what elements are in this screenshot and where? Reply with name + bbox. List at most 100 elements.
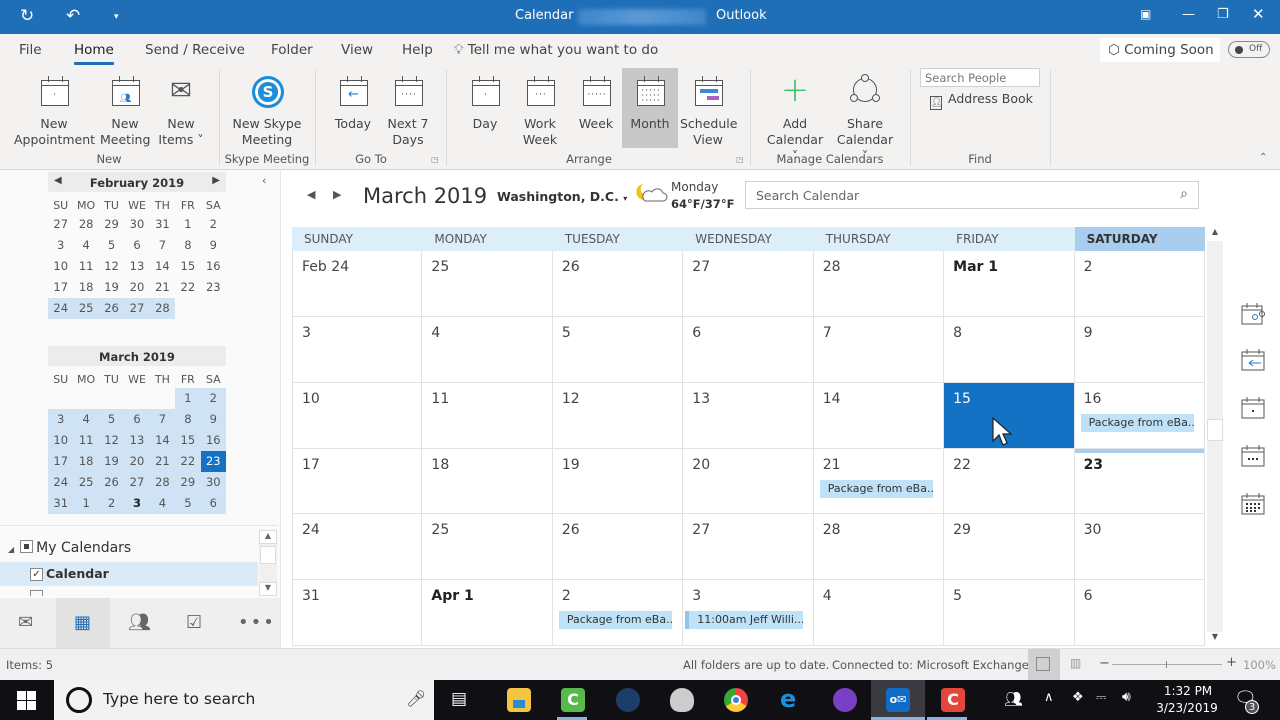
day-cell[interactable]: 16 Package from eBa... (1074, 382, 1205, 449)
mini-calendar-day[interactable]: 17 (48, 451, 74, 472)
mini-calendar-day[interactable]: 13 (124, 256, 149, 277)
calendar-event[interactable]: Package from eBa... (815, 479, 934, 498)
mini-calendar-day[interactable]: 29 (99, 214, 124, 235)
day-cell[interactable]: 20 (683, 448, 814, 515)
mini-calendar-day[interactable]: 2 (98, 493, 125, 514)
location-dropdown[interactable]: Washington, D.C. ▾ (497, 189, 627, 204)
mini-calendar-day[interactable]: 17 (48, 277, 73, 298)
zoom-out-icon[interactable]: − (1099, 656, 1110, 671)
mini-calendar-day[interactable]: 18 (73, 451, 99, 472)
mini-calendar-day[interactable]: 9 (201, 235, 226, 256)
people-icon[interactable]: 👥︎ (1004, 690, 1023, 708)
battery-icon[interactable]: ⎓ (1096, 690, 1106, 705)
camtasia-recorder-icon[interactable]: C (941, 688, 965, 712)
file-explorer-icon[interactable] (507, 688, 531, 712)
mini-calendar-day[interactable]: 30 (200, 472, 226, 493)
mini-calendar-day[interactable]: 9 (200, 409, 226, 430)
mini-calendar-day[interactable]: 19 (98, 451, 125, 472)
mini-calendar-day[interactable]: 24 (48, 472, 74, 493)
mini-calendar-day[interactable]: 3 (124, 493, 150, 514)
tab-home[interactable]: Home (74, 42, 114, 65)
task-view-icon[interactable]: ▤ (451, 689, 467, 709)
mini-calendar-day[interactable]: 6 (124, 235, 149, 256)
month-view-icon[interactable] (1241, 492, 1267, 516)
mini-calendar-day[interactable]: 20 (124, 451, 150, 472)
day-cell[interactable]: 12 (552, 382, 684, 449)
coming-soon-toggle[interactable]: Off (1228, 41, 1270, 58)
snipping-tool-icon[interactable] (670, 688, 694, 712)
mini-calendar-day[interactable]: 5 (175, 493, 201, 514)
day-view-button[interactable]: · Day (466, 68, 504, 132)
day-cell[interactable]: 2 (1074, 251, 1205, 317)
mini-calendar-day[interactable]: 13 (124, 430, 150, 451)
day-cell[interactable]: 27 (683, 251, 814, 317)
day-cell[interactable]: 31 (292, 580, 423, 646)
more-icon[interactable]: ••• (238, 612, 276, 633)
mini-calendar-day[interactable]: 25 (73, 472, 99, 493)
folder-item-calendar[interactable]: ✓ Calendar (0, 562, 258, 586)
folder-item-birthdays-partial[interactable] (30, 590, 43, 596)
next-month-icon[interactable]: ▶ (212, 175, 220, 186)
show-hidden-icons[interactable]: ∧ (1044, 690, 1054, 705)
edge-icon[interactable]: e (780, 685, 796, 713)
tab-file[interactable]: File (19, 42, 42, 58)
previous-month-icon[interactable]: ◀ (54, 175, 62, 186)
mini-calendar-day[interactable]: 14 (149, 430, 176, 451)
coming-soon-button[interactable]: ⬡ Coming Soon (1100, 38, 1220, 62)
people-icon[interactable]: 👥︎ (128, 612, 151, 633)
search-calendar-input[interactable]: Search Calendar ⌕ (745, 181, 1199, 209)
search-people-input[interactable]: Search People (920, 68, 1040, 87)
dialog-launcher-icon[interactable]: ◳ (736, 155, 744, 164)
day-cell[interactable]: 28 (813, 251, 945, 317)
address-book-button[interactable]: 👤︎ Address Book (930, 91, 1033, 110)
day-cell[interactable]: Mar 1 (944, 251, 1075, 317)
tab-folder[interactable]: Folder (271, 42, 313, 58)
today-button[interactable]: ← Today (330, 68, 376, 132)
restore-icon[interactable]: ❐ (1217, 7, 1229, 22)
microphone-icon[interactable]: 🎤︎ (406, 689, 426, 708)
day-cell[interactable]: 9 (1074, 316, 1205, 383)
mini-calendar-day[interactable]: 30 (124, 214, 149, 235)
mini-calendar-day[interactable]: 7 (149, 409, 176, 430)
next-icon[interactable]: ▶ (333, 188, 341, 201)
mini-calendar-day[interactable]: 2 (200, 388, 226, 409)
day-cell[interactable]: 10 (292, 382, 423, 449)
zoom-in-icon[interactable]: + (1226, 655, 1237, 670)
normal-view-button[interactable] (1028, 649, 1060, 680)
mini-calendar-day[interactable]: 31 (150, 214, 175, 235)
mini-calendar-day[interactable]: 3 (48, 409, 74, 430)
day-cell[interactable]: 22 (944, 448, 1075, 515)
calendar-checkbox[interactable]: ✓ (30, 568, 43, 581)
volume-icon[interactable]: 🔊︎ (1122, 689, 1131, 705)
group-checkbox[interactable] (20, 540, 34, 553)
day-cell[interactable]: 28 (813, 514, 945, 581)
mini-calendar-day[interactable]: 18 (73, 277, 98, 298)
mini-calendar-day[interactable]: 10 (48, 256, 73, 277)
taskbar-search-box[interactable]: Type here to search 🎤︎ (54, 680, 434, 720)
mini-calendar-day[interactable]: 10 (48, 430, 74, 451)
mini-calendar-day[interactable]: 19 (99, 277, 124, 298)
next-7-days-button[interactable]: ···· Next 7 Days (386, 68, 430, 148)
today-icon[interactable] (1241, 348, 1267, 372)
week-view-button[interactable]: ····· Week (576, 68, 616, 132)
mini-calendar-day[interactable]: 27 (124, 472, 150, 493)
day-cell[interactable]: 25 (422, 514, 553, 581)
mini-calendar-day[interactable]: 26 (98, 298, 125, 319)
day-cell[interactable]: 24 (292, 514, 423, 581)
add-calendar-button[interactable]: + Add Calendar ˅ (762, 68, 828, 164)
clock-time[interactable]: 1:32 PM (1160, 684, 1216, 698)
ribbon-display-options-icon[interactable]: ▣ (1140, 7, 1151, 21)
tasks-icon[interactable]: ☑ (186, 612, 202, 633)
calendar-scrollbar[interactable]: ▲ ▼ (1207, 227, 1223, 646)
sync-icon[interactable]: ↻ (20, 6, 34, 26)
mini-calendar-day[interactable]: 20 (124, 277, 149, 298)
day-cell[interactable]: 2 Package from eBa... (552, 580, 684, 646)
mini-calendar-day[interactable]: 22 (175, 277, 200, 298)
mini-calendar-day[interactable]: 22 (175, 451, 201, 472)
day-cell[interactable]: 17 (292, 448, 423, 515)
day-cell[interactable]: 21 Package from eBa... (813, 448, 945, 515)
windows-start-icon[interactable] (17, 691, 36, 710)
mini-calendar-day[interactable]: 1 (175, 388, 201, 409)
mini-calendar-day[interactable]: 21 (150, 277, 175, 298)
share-calendar-button[interactable]: Share Calendar ˅ (832, 68, 898, 164)
